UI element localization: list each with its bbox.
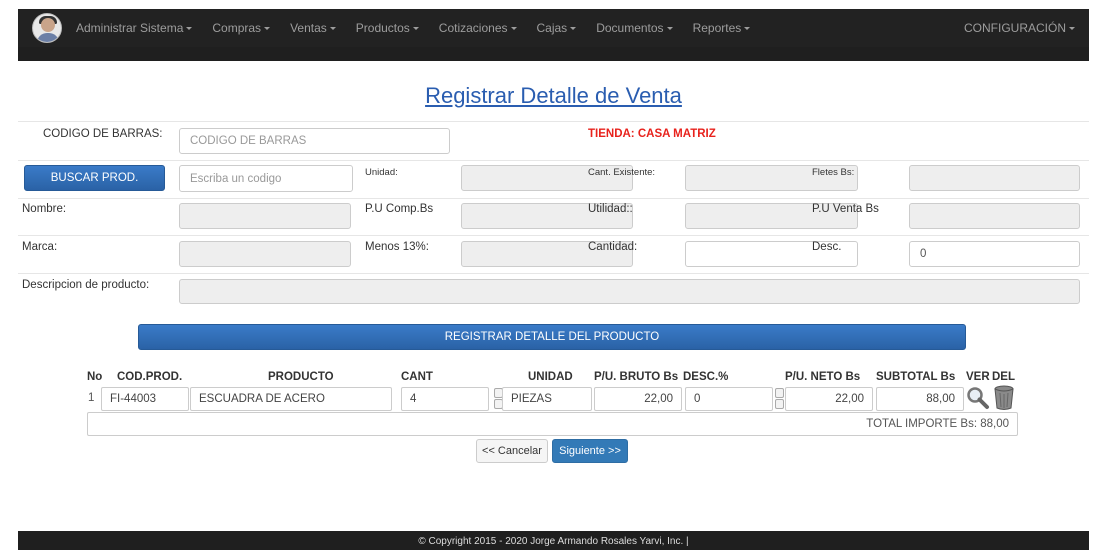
top-navbar: Administrar Sistema Compras Ventas Produ… [18,9,1089,47]
menos13-label: Menos 13%: [365,241,429,253]
row-cant[interactable]: 4 [401,387,489,411]
col-subtotal: SUBTOTAL Bs [876,371,956,383]
avatar[interactable] [32,13,62,43]
nav-productos[interactable]: Productos [356,21,419,35]
total-importe: TOTAL IMPORTE Bs: 88,00 [87,412,1018,436]
col-ver: VER [966,371,990,383]
fletes-label: Fletes Bs: [812,167,855,178]
pu-venta-field [909,203,1080,229]
col-pu-bruto: P/U. BRUTO Bs [594,371,679,383]
col-cant: CANT [401,371,433,383]
desc-stepper[interactable] [775,388,784,410]
descripcion-label: Descripcion de producto: [22,279,150,291]
col-unidad: UNIDAD [528,371,573,383]
divider [18,121,1089,122]
nav-compras[interactable]: Compras [212,21,271,35]
divider [18,198,1089,199]
caret-down-icon [186,27,193,31]
next-button[interactable]: Siguiente >> [552,439,628,463]
nav-documentos[interactable]: Documentos [596,21,673,35]
code-input[interactable]: Escriba un codigo [179,165,353,192]
nav-configuracion[interactable]: CONFIGURACIÓN [964,21,1075,35]
caret-down-icon [1069,27,1075,31]
fletes-field [909,165,1080,191]
pu-comp-label: P.U Comp.Bs [365,203,434,215]
row-desc[interactable]: 0 [685,387,773,411]
col-desc: DESC.% [683,371,729,383]
barcode-input[interactable]: CODIGO DE BARRAS [179,128,450,154]
nav-ventas[interactable]: Ventas [290,21,336,35]
col-cod-prod: COD.PROD. [117,371,183,383]
nombre-field [179,203,351,229]
row-no: 1 [88,392,95,404]
nav-cotizaciones[interactable]: Cotizaciones [439,21,517,35]
divider [18,235,1089,236]
divider [18,273,1089,274]
main-content: Registrar Detalle de Venta CODIGO DE BAR… [18,61,1089,531]
row-producto[interactable]: ESCUADRA DE ACERO [190,387,392,411]
nav-cajas[interactable]: Cajas [537,21,577,35]
col-del: DEL [992,371,1015,383]
divider [18,160,1089,161]
caret-down-icon [412,27,419,31]
caret-down-icon [570,27,577,31]
cantidad-label: Cantidad: [588,241,638,253]
col-producto: PRODUCTO [268,371,334,383]
nombre-label: Nombre: [22,203,67,215]
caret-down-icon [329,27,336,31]
trash-icon[interactable] [993,384,1015,411]
row-cod-prod[interactable]: FI-44003 [101,387,189,411]
nav-reportes[interactable]: Reportes [693,21,751,35]
desc-input[interactable]: 0 [909,241,1080,267]
marca-field [179,241,351,267]
caret-down-icon [744,27,751,31]
row-subtotal[interactable]: 88,00 [876,387,964,411]
col-pu-neto: P/U. NETO Bs [785,371,861,383]
caret-down-icon [264,27,271,31]
desc-label: Desc. [812,241,842,253]
row-unidad[interactable]: PIEZAS [502,387,592,411]
row-pu-neto[interactable]: 22,00 [785,387,873,411]
cancel-button[interactable]: << Cancelar [476,439,548,463]
utilidad-label: Utilidad:: [588,203,633,215]
app-frame: Administrar Sistema Compras Ventas Produ… [18,9,1089,550]
magnifier-icon[interactable] [965,385,991,411]
search-product-button[interactable]: BUSCAR PROD. [24,165,165,191]
pu-venta-label: P.U Venta Bs [812,203,879,215]
col-no: No [87,371,103,383]
nav-administrar-sistema[interactable]: Administrar Sistema [76,21,193,35]
footer-copyright: © Copyright 2015 - 2020 Jorge Armando Ro… [418,536,689,547]
caret-down-icon [510,27,517,31]
row-pu-bruto[interactable]: 22,00 [594,387,682,411]
register-detail-button[interactable]: REGISTRAR DETALLE DEL PRODUCTO [138,324,966,350]
store-label: TIENDA: CASA MATRIZ [588,128,716,140]
unidad-label: Unidad: [365,167,398,178]
marca-label: Marca: [22,241,58,253]
descripcion-field [179,279,1080,304]
barcode-label: CODIGO DE BARRAS: [43,128,163,140]
cant-existente-label: Cant. Existente: [588,167,656,178]
caret-down-icon [666,27,673,31]
page-title: Registrar Detalle de Venta [425,83,682,108]
